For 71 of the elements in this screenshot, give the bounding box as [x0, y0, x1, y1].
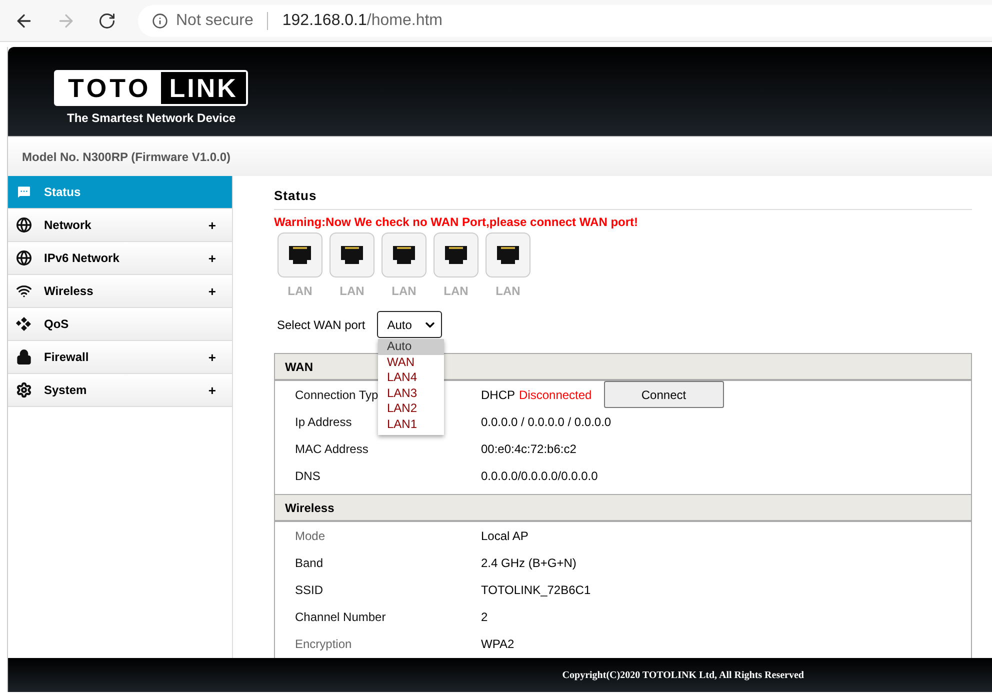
field-value: 0.0.0.0/0.0.0.0/0.0.0.0	[481, 468, 598, 482]
lock-icon	[16, 349, 32, 365]
page-title: Status	[274, 188, 972, 210]
section-header: Wireless	[275, 495, 971, 522]
ethernet-port-icon	[329, 232, 375, 278]
chat-icon	[16, 184, 32, 200]
globe-icon	[16, 217, 32, 233]
port-label: LAN	[496, 284, 520, 298]
sidebar-item-label: QoS	[44, 317, 70, 331]
field-value: DHCP	[481, 388, 516, 402]
dropdown-option[interactable]: LAN1	[378, 416, 444, 432]
field-value: Local AP	[481, 528, 528, 542]
sidebar-item-label: Status	[44, 185, 82, 199]
expand-icon: +	[208, 250, 216, 266]
select-label: Select WAN port	[277, 318, 366, 332]
sidebar-item-label: Wireless	[44, 284, 94, 298]
logo-text: TOTO	[67, 72, 152, 104]
dropdown-option[interactable]: LAN2	[378, 401, 444, 416]
port-label: LAN	[444, 284, 468, 298]
field-label: Mode	[295, 528, 326, 542]
wifi-icon	[16, 283, 32, 299]
globe-icon	[16, 250, 32, 266]
ethernet-port-icon	[277, 232, 323, 278]
port-label: LAN	[288, 284, 312, 298]
security-label: Not secure	[176, 12, 254, 30]
field-value: 00:e0:4c:72:b6:c2	[481, 442, 576, 456]
port-label: LAN	[340, 284, 364, 298]
ethernet-port-icon	[485, 232, 531, 278]
field-label: Band	[295, 556, 324, 570]
field-label: Channel Number	[295, 610, 386, 624]
copyright-text: Copyright(C)2020 TOTOLINK Ltd, All Rights Reserved	[8, 658, 992, 692]
dropdown-option[interactable]: LAN4	[378, 370, 444, 386]
url-path: /home.htm	[366, 12, 442, 30]
port-label: LAN	[392, 284, 416, 298]
expand-icon: +	[208, 350, 216, 364]
reload-button[interactable]	[98, 12, 116, 30]
gear-icon	[16, 382, 32, 398]
dropdown-option[interactable]: LAN3	[378, 386, 444, 401]
model-info: Model No. N300RP (Firmware V1.0.0)	[8, 136, 992, 176]
expand-icon: +	[208, 382, 216, 398]
sidebar-item-label: System	[44, 383, 88, 397]
field-label: DNS	[295, 468, 320, 482]
field-label: SSID	[295, 582, 324, 596]
address-bar[interactable]: Not secure 192.168.0.1/home.htm	[138, 4, 992, 36]
logo-text: LINK	[161, 72, 246, 104]
dropdown-option[interactable]: Auto	[378, 339, 444, 354]
ethernet-port-icon	[381, 232, 427, 278]
expand-icon: +	[208, 218, 216, 232]
field-label: Ip Address	[295, 414, 352, 428]
ethernet-port-icon	[433, 232, 479, 278]
url-host: 192.168.0.1	[282, 12, 367, 30]
dropdown-option[interactable]: WAN	[378, 354, 444, 370]
field-label: Connection Typ	[295, 388, 378, 402]
field-value: 2.4 GHz (B+G+N)	[481, 556, 576, 570]
sidebar-item-label: Network	[44, 218, 92, 232]
field-label: MAC Address	[295, 442, 368, 456]
qos-icon	[16, 316, 32, 332]
sidebar-item-label: Firewall	[44, 350, 90, 364]
info-icon	[152, 12, 168, 28]
wan-port-select[interactable]: Auto	[377, 311, 442, 338]
warning-message: Warning:Now We check no WAN Port,please connect WAN port!	[274, 215, 640, 229]
field-value: 2	[481, 610, 488, 624]
tagline: The Smartest Network Device	[67, 111, 236, 125]
connect-button[interactable]: Connect	[604, 381, 724, 408]
field-label: Encryption	[295, 636, 352, 650]
field-value: TOTOLINK_72B6C1	[481, 582, 591, 596]
sidebar-item-label: IPv6 Network	[44, 251, 120, 265]
connection-status: Disconnected	[519, 388, 592, 402]
field-value: 0.0.0.0 / 0.0.0.0 / 0.0.0.0	[481, 414, 612, 428]
field-value: WPA2	[481, 636, 514, 650]
expand-icon: +	[208, 284, 216, 298]
